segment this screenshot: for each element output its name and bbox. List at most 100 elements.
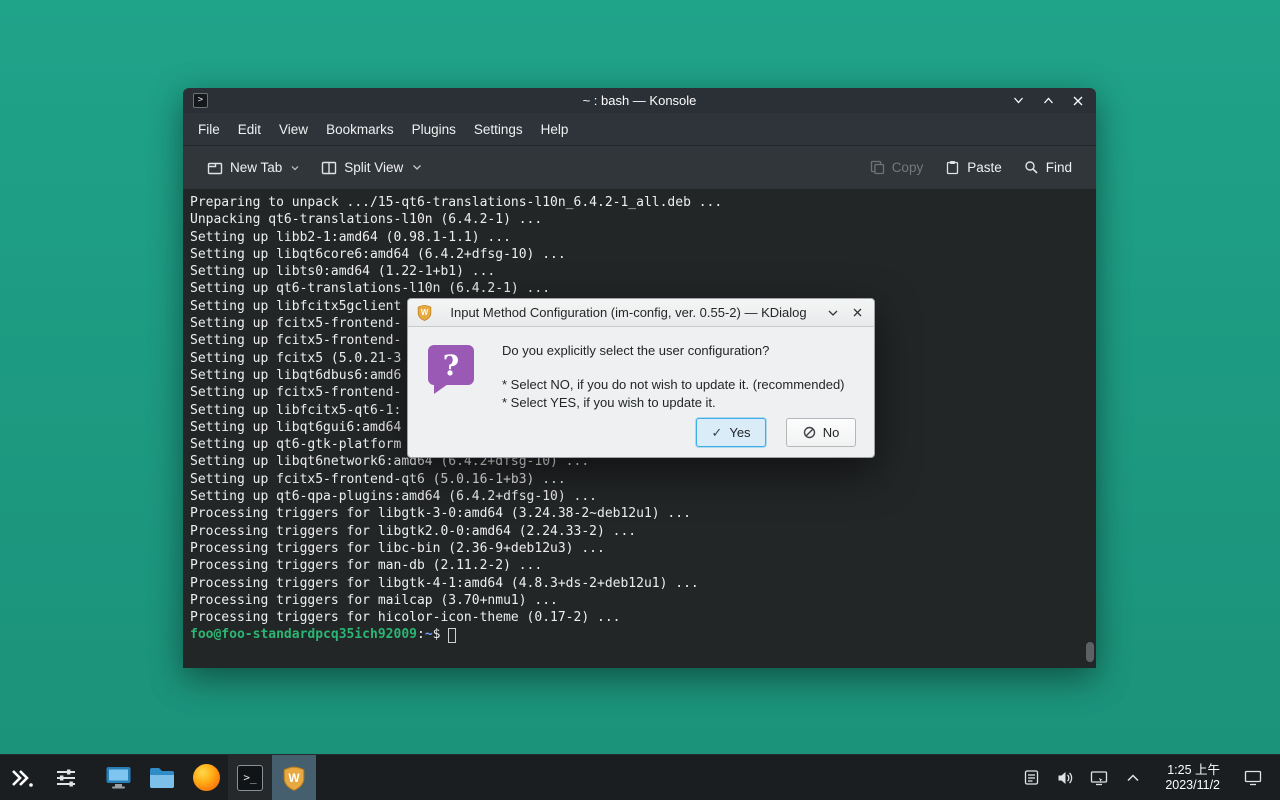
copy-icon: [870, 160, 885, 175]
konsole-icon: >_: [237, 765, 263, 791]
clock-widget[interactable]: 1:25 上午 2023/11/2: [1165, 763, 1220, 793]
terminal-line: Processing triggers for libgtk-4-1:amd64…: [190, 575, 1082, 592]
split-view-button[interactable]: Split View: [313, 154, 430, 182]
svg-text:W: W: [421, 308, 429, 317]
minimize-icon[interactable]: [1010, 93, 1026, 109]
terminal-line: Setting up fcitx5-frontend-qt6 (5.0.16-1…: [190, 471, 1082, 488]
terminal-line: Setting up libqt6core6:amd64 (6.4.2+dfsg…: [190, 246, 1082, 263]
display-settings-button[interactable]: [1089, 768, 1109, 788]
dialog-menu-chevron-icon[interactable]: [824, 304, 842, 322]
desktop[interactable]: { "window": { "title": "~ : bash — Konso…: [0, 0, 1280, 800]
show-desktop-icon: [1244, 770, 1262, 786]
terminal-line: Processing triggers for man-db (2.11.2-2…: [190, 557, 1082, 574]
split-view-label: Split View: [344, 160, 403, 175]
find-label: Find: [1046, 160, 1072, 175]
find-button[interactable]: Find: [1016, 154, 1080, 181]
firefox-button[interactable]: [184, 755, 228, 800]
new-tab-caret-icon: [291, 165, 299, 171]
split-view-caret-icon: [412, 164, 422, 171]
menu-file[interactable]: File: [189, 113, 229, 146]
monitor-app-icon: [105, 765, 132, 790]
dialog-title: Input Method Configuration (im-config, v…: [439, 305, 818, 320]
system-tray: 1:25 上午 2023/11/2: [1021, 763, 1280, 793]
cancel-icon: [803, 426, 816, 439]
konsole-window-icon: >: [193, 93, 208, 108]
menu-view[interactable]: View: [270, 113, 317, 146]
close-icon[interactable]: [1070, 93, 1086, 109]
new-tab-button[interactable]: New Tab: [199, 154, 307, 182]
konsole-task-button[interactable]: >_: [228, 755, 272, 800]
svg-text:W: W: [288, 770, 300, 784]
menu-settings[interactable]: Settings: [465, 113, 532, 146]
file-manager-button[interactable]: [140, 755, 184, 800]
dialog-option-no: * Select NO, if you do not wish to updat…: [502, 376, 856, 394]
clock-date: 2023/11/2: [1165, 778, 1220, 793]
display-app-button[interactable]: [96, 755, 140, 800]
check-icon: ✓: [711, 425, 722, 441]
terminal-line: Setting up libts0:amd64 (1.22-1+b1) ...: [190, 263, 1082, 280]
terminal-scrollbar[interactable]: [1086, 189, 1094, 668]
menu-edit[interactable]: Edit: [229, 113, 270, 146]
question-icon: ?: [428, 345, 474, 385]
menu-help[interactable]: Help: [532, 113, 578, 146]
dialog-titlebar[interactable]: W Input Method Configuration (im-config,…: [408, 299, 874, 327]
copy-label: Copy: [892, 160, 924, 175]
terminal-line: Processing triggers for hicolor-icon-the…: [190, 609, 1082, 626]
terminal-line: Preparing to unpack .../15-qt6-translati…: [190, 194, 1082, 211]
clock-time: 1:25 上午: [1165, 763, 1220, 778]
find-icon: [1024, 160, 1039, 175]
prompt-separator: :: [417, 626, 425, 643]
no-button[interactable]: No: [786, 418, 856, 447]
paste-button[interactable]: Paste: [937, 154, 1010, 181]
tool-bar: New Tab Split View Copy Paste Find: [183, 146, 1096, 189]
dialog-close-icon[interactable]: [848, 304, 866, 322]
terminal-line: Setting up libb2-1:amd64 (0.98.1-1.1) ..…: [190, 229, 1082, 246]
chevron-up-icon: [1126, 773, 1140, 783]
menu-bookmarks[interactable]: Bookmarks: [317, 113, 403, 146]
paste-icon: [945, 160, 960, 175]
terminal-line: Setting up qt6-translations-l10n (6.4.2-…: [190, 280, 1082, 297]
no-button-label: No: [823, 425, 840, 440]
terminal-line: Processing triggers for libc-bin (2.36-9…: [190, 540, 1082, 557]
yes-button[interactable]: ✓ Yes: [696, 418, 766, 447]
window-titlebar[interactable]: > ~ : bash — Konsole: [183, 88, 1096, 113]
dialog-option-yes: * Select YES, if you wish to update it.: [502, 394, 856, 412]
split-view-icon: [321, 160, 337, 176]
tray-expander-button[interactable]: [1123, 768, 1143, 788]
prompt-symbol: $: [433, 626, 441, 643]
maximize-icon[interactable]: [1040, 93, 1056, 109]
new-tab-icon: [207, 160, 223, 176]
prompt-user-host: foo@foo-standardpcq35ich92009: [190, 626, 417, 643]
task-manager-button[interactable]: [44, 755, 88, 800]
copy-button[interactable]: Copy: [862, 154, 932, 181]
notifications-icon: [1023, 769, 1040, 786]
menu-plugins[interactable]: Plugins: [403, 113, 465, 146]
firefox-icon: [193, 764, 220, 791]
display-icon: [1090, 769, 1108, 787]
im-config-task-icon: W: [281, 765, 307, 791]
window-controls: [1010, 93, 1086, 109]
folder-icon: [148, 766, 176, 790]
terminal-line: Unpacking qt6-translations-l10n (6.4.2-1…: [190, 211, 1082, 228]
notifications-button[interactable]: [1021, 768, 1041, 788]
app-launcher-icon: [9, 765, 35, 791]
taskbar: >_ W: [0, 754, 1280, 800]
app-launcher-button[interactable]: [0, 755, 44, 800]
dialog-question: Do you explicitly select the user config…: [502, 343, 856, 358]
yes-button-label: Yes: [729, 425, 750, 440]
terminal-line: Processing triggers for mailcap (3.70+nm…: [190, 592, 1082, 609]
shell-prompt: foo@foo-standardpcq35ich92009:~$: [190, 626, 1082, 643]
terminal-line: Setting up qt6-qpa-plugins:amd64 (6.4.2+…: [190, 488, 1082, 505]
new-tab-label: New Tab: [230, 160, 282, 175]
terminal-cursor: [448, 628, 456, 643]
sliders-icon: [54, 766, 78, 790]
show-desktop-button[interactable]: [1242, 767, 1264, 789]
im-config-shield-icon: W: [416, 304, 433, 321]
volume-button[interactable]: [1055, 768, 1075, 788]
scrollbar-thumb[interactable]: [1086, 642, 1094, 662]
prompt-path: ~: [425, 626, 433, 643]
paste-label: Paste: [967, 160, 1002, 175]
terminal-line: Processing triggers for libgtk-3-0:amd64…: [190, 505, 1082, 522]
dialog-body: ? Do you explicitly select the user conf…: [408, 327, 874, 458]
kdialog-task-button[interactable]: W: [272, 755, 316, 800]
